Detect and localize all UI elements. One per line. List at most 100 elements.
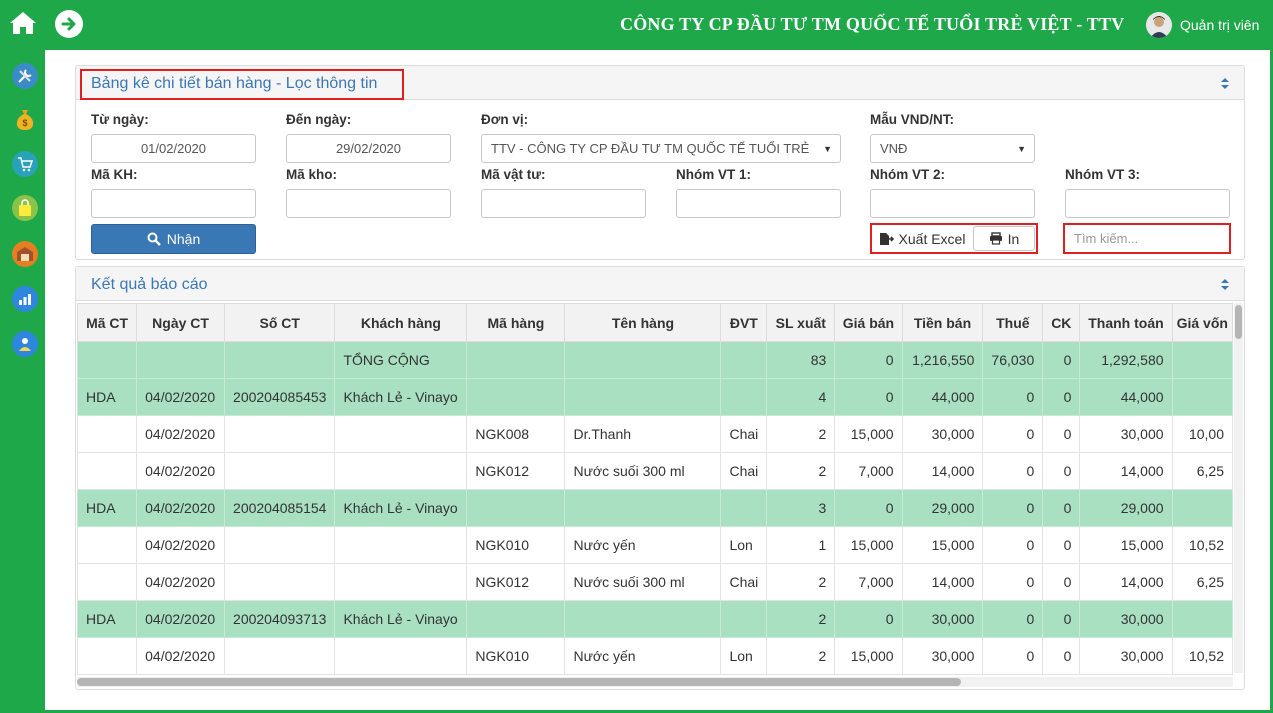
table-cell: 0: [834, 600, 903, 638]
column-header[interactable]: Giá bán: [834, 303, 903, 342]
column-header[interactable]: Giá vốn: [1171, 303, 1233, 342]
user-icon[interactable]: [12, 331, 38, 357]
table-cell: NGK012: [466, 452, 566, 490]
column-header[interactable]: Tên hàng: [564, 303, 722, 342]
table-cell: [1171, 489, 1233, 527]
table-cell: 14,000: [1079, 452, 1173, 490]
table-group-row[interactable]: HDA 04/02/2020 200204085154 Khách Lẻ - Vina…: [77, 489, 1233, 527]
table-cell: TỔNG CỘNG: [334, 341, 468, 379]
filter-panel-header[interactable]: Bảng kê chi tiết bán hàng - Lọc thông ti…: [76, 66, 1244, 100]
table-row[interactable]: 04/02/2020 NGK012 Nước suối 300 ml Chai 2 7,0…: [77, 563, 1233, 601]
table-cell: 30,000: [1079, 637, 1173, 675]
table-cell: 04/02/2020: [136, 415, 226, 453]
table-cell: 04/02/2020: [136, 378, 226, 416]
to-date-input[interactable]: 29/02/2020: [286, 134, 451, 163]
submit-button[interactable]: Nhận: [91, 224, 256, 254]
arrow-right-icon[interactable]: [55, 10, 83, 38]
column-header[interactable]: Khách hàng: [334, 303, 468, 342]
table-cell: 1: [766, 526, 836, 564]
column-header[interactable]: Mã hàng: [466, 303, 566, 342]
shopping-bag-icon[interactable]: [12, 195, 38, 221]
table-cell: 4: [766, 378, 836, 416]
print-button[interactable]: In: [973, 226, 1035, 251]
table-row[interactable]: 04/02/2020 NGK008 Dr.Thanh Chai 2 15,000 30,00…: [77, 415, 1233, 453]
table-cell: 6,25: [1171, 452, 1233, 490]
group2-input[interactable]: [870, 189, 1035, 218]
table-cell: 0: [982, 489, 1044, 527]
collapse-toggle-icon[interactable]: [1220, 278, 1230, 294]
search-icon: [147, 232, 161, 246]
table-cell: 15,000: [834, 415, 903, 453]
column-header[interactable]: Ngày CT: [136, 303, 226, 342]
to-date-label: Đến ngày:: [286, 112, 352, 127]
group3-input[interactable]: [1065, 189, 1230, 218]
column-header[interactable]: Mã CT: [77, 303, 138, 342]
column-header[interactable]: SL xuất: [766, 303, 836, 342]
report-chart-icon[interactable]: [12, 286, 38, 312]
group1-input[interactable]: [676, 189, 841, 218]
tools-icon[interactable]: [12, 63, 38, 89]
currency-select[interactable]: VNĐ ▼: [870, 134, 1035, 163]
svg-text:$: $: [22, 118, 27, 128]
group3-label: Nhóm VT 3:: [1065, 167, 1141, 182]
table-cell: 10,52: [1171, 637, 1233, 675]
table-cell: [334, 415, 468, 453]
table-group-row[interactable]: TỔNG CỘNG 83 0 1,216,550 76,030 0 1,292,580: [77, 341, 1233, 379]
table-row[interactable]: 04/02/2020 NGK010 Nước yến Lon 2 15,000 30,000…: [77, 637, 1233, 675]
unit-select[interactable]: TTV - CÔNG TY CP ĐẦU TƯ TM QUỐC TẾ TUỔI …: [481, 134, 841, 163]
avatar[interactable]: [1146, 12, 1172, 38]
table-cell: HDA: [77, 378, 138, 416]
horizontal-scroll-thumb[interactable]: [77, 678, 961, 686]
table-cell: 04/02/2020: [136, 563, 226, 601]
home-icon[interactable]: [0, 0, 45, 45]
table-cell: 0: [982, 637, 1044, 675]
horizontal-scrollbar[interactable]: [77, 677, 1233, 687]
table-cell: Nước suối 300 ml: [564, 563, 722, 601]
export-excel-button[interactable]: Xuất Excel: [872, 225, 972, 252]
table-cell: [334, 637, 468, 675]
table-cell: 2: [766, 637, 836, 675]
table-cell: [334, 526, 468, 564]
table-cell: 44,000: [1079, 378, 1173, 416]
results-table: Mã CT Ngày CT Số CT Khách hàng Mã hàng Tên hà…: [77, 303, 1233, 675]
results-panel: Kết quả báo cáo Mã CT Ngày CT Số CT Khách h…: [75, 266, 1245, 690]
column-header[interactable]: Thanh toán: [1079, 303, 1173, 342]
column-header[interactable]: ĐVT: [720, 303, 768, 342]
column-header[interactable]: CK: [1042, 303, 1081, 342]
table-cell: Khách Lẻ - Vinayo: [334, 489, 468, 527]
table-group-row[interactable]: HDA 04/02/2020 200204085453 Khách Lẻ - Vina…: [77, 378, 1233, 416]
warehouse-input[interactable]: [286, 189, 451, 218]
column-header[interactable]: Số CT: [224, 303, 336, 342]
table-cell: 0: [1042, 563, 1081, 601]
cart-icon[interactable]: [12, 151, 38, 177]
table-cell: 30,000: [1079, 415, 1173, 453]
money-bag-icon[interactable]: $: [12, 106, 38, 132]
table-cell: 15,000: [834, 637, 903, 675]
results-panel-title: Kết quả báo cáo: [91, 276, 208, 293]
material-input[interactable]: [481, 189, 646, 218]
table-cell: 2: [766, 600, 836, 638]
vertical-scrollbar[interactable]: [1234, 303, 1243, 673]
search-input[interactable]: Tìm kiếm...: [1063, 223, 1231, 254]
table-cell: 30,000: [901, 600, 984, 638]
vertical-scroll-thumb[interactable]: [1235, 305, 1242, 339]
filter-panel-title: Bảng kê chi tiết bán hàng - Lọc thông ti…: [91, 75, 378, 92]
column-header[interactable]: Tiền bán: [901, 303, 984, 342]
column-header[interactable]: Thuế: [982, 303, 1044, 342]
table-group-row[interactable]: HDA 04/02/2020 200204093713 Khách Lẻ - Vina…: [77, 600, 1233, 638]
results-panel-header[interactable]: Kết quả báo cáo: [76, 267, 1244, 301]
print-label: In: [1007, 230, 1020, 247]
table-cell: [334, 563, 468, 601]
user-name[interactable]: Quản trị viên: [1180, 17, 1259, 33]
table-cell: Lon: [720, 526, 768, 564]
table-cell: 0: [1042, 415, 1081, 453]
table-row[interactable]: 04/02/2020 NGK012 Nước suối 300 ml Chai 2 7,0…: [77, 452, 1233, 490]
warehouse-icon[interactable]: [12, 241, 38, 267]
table-cell: 29,000: [901, 489, 984, 527]
collapse-toggle-icon[interactable]: [1220, 77, 1230, 93]
table-row[interactable]: 04/02/2020 NGK010 Nước yến Lon 1 15,000 15,000…: [77, 526, 1233, 564]
from-date-input[interactable]: 01/02/2020: [91, 134, 256, 163]
table-cell: 200204093713: [224, 600, 336, 638]
customer-input[interactable]: [91, 189, 256, 218]
main-content: Bảng kê chi tiết bán hàng - Lọc thông ti…: [45, 50, 1270, 710]
